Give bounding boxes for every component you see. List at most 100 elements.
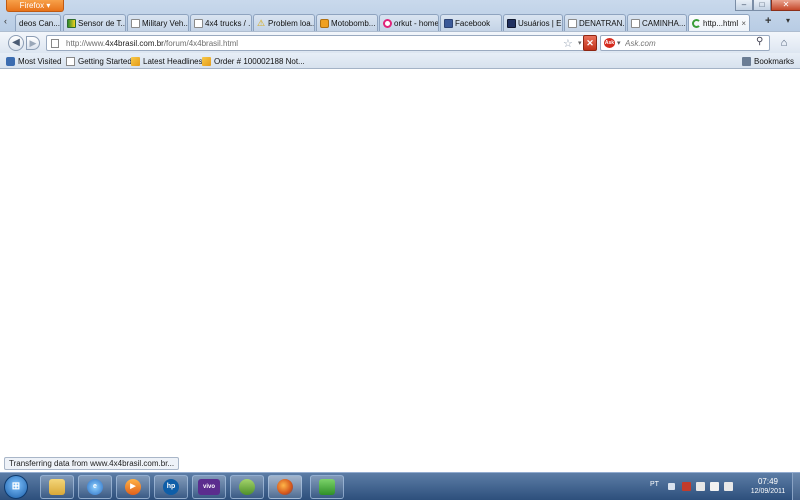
url-text[interactable]: http://www.4x4brasil.com.br/forum/4x4bra… bbox=[66, 39, 238, 48]
tab-label: DENATRAN... bbox=[579, 18, 625, 28]
bookmarks-toolbar: Most Visited Getting Started Latest Head… bbox=[0, 53, 800, 69]
internet-explorer-icon: e bbox=[87, 479, 103, 495]
tab-4x4-trucks[interactable]: 4x4 trucks / ... bbox=[190, 14, 252, 31]
bookmark-order[interactable]: Order # 100002188 Not... bbox=[202, 55, 305, 67]
network-app-icon bbox=[319, 479, 335, 495]
new-tab-button[interactable]: + bbox=[765, 15, 771, 27]
tab-label: CAMINHA... bbox=[642, 18, 686, 28]
taskbar-hp[interactable]: hp bbox=[154, 475, 188, 499]
bookmark-label: Latest Headlines bbox=[143, 56, 203, 66]
media-player-icon: ▶ bbox=[125, 479, 141, 495]
orkut-icon bbox=[383, 18, 392, 28]
bookmarks-icon bbox=[742, 56, 751, 66]
rss-icon bbox=[131, 56, 140, 66]
maximize-button[interactable]: □ bbox=[753, 0, 771, 11]
search-engine-dropdown-icon[interactable]: ▾ bbox=[617, 39, 621, 47]
rss-icon bbox=[202, 56, 211, 66]
show-desktop-button[interactable] bbox=[792, 473, 800, 500]
tab-motobomba[interactable]: Motobomb... bbox=[316, 14, 378, 31]
flag-icon bbox=[67, 18, 76, 28]
show-hidden-icons-icon[interactable] bbox=[668, 483, 675, 490]
minimize-button[interactable]: – bbox=[735, 0, 753, 11]
tab-usuarios[interactable]: Usuários | E... bbox=[503, 14, 563, 31]
search-icon[interactable]: ⚲ bbox=[756, 36, 763, 47]
action-center-icon[interactable] bbox=[682, 482, 691, 491]
volume-icon[interactable] bbox=[724, 482, 733, 491]
tab-label: Facebook bbox=[455, 18, 491, 28]
start-button[interactable]: ⊞ bbox=[4, 475, 28, 499]
stop-button[interactable]: ✕ bbox=[583, 35, 597, 51]
tab-sensor[interactable]: Sensor de T... bbox=[63, 14, 126, 31]
taskbar: ⊞ e ▶ hp vivo PT 07:49 12/09/2011 bbox=[0, 472, 800, 500]
messenger-icon bbox=[239, 479, 255, 495]
site-icon bbox=[507, 18, 516, 28]
loading-icon bbox=[692, 18, 701, 28]
url-path: /forum/4x4brasil.html bbox=[163, 39, 239, 48]
forward-button[interactable]: ▶ bbox=[26, 36, 40, 50]
firefox-menu-button[interactable]: Firefox ▾ bbox=[6, 0, 64, 12]
motobomba-icon bbox=[320, 18, 329, 28]
tab-orkut[interactable]: orkut - home bbox=[379, 14, 439, 31]
page-icon bbox=[194, 18, 203, 28]
status-text: Transferring data from www.4x4brasil.com… bbox=[4, 457, 180, 470]
taskbar-network-app[interactable] bbox=[310, 475, 344, 499]
taskbar-internet-explorer[interactable]: e bbox=[78, 475, 112, 499]
clock-time[interactable]: 07:49 bbox=[748, 477, 788, 486]
search-bar[interactable]: Ask ▾ ⚲ bbox=[600, 35, 770, 51]
taskbar-messenger[interactable] bbox=[230, 475, 264, 499]
tab-label: orkut - home bbox=[394, 18, 438, 28]
star-icon[interactable]: ☆ bbox=[563, 37, 573, 50]
ask-logo-icon[interactable]: Ask bbox=[604, 38, 615, 48]
hp-icon: hp bbox=[163, 479, 179, 495]
url-bar[interactable]: http://www.4x4brasil.com.br/forum/4x4bra… bbox=[46, 35, 596, 51]
page-content[interactable] bbox=[0, 70, 800, 472]
tab-facebook[interactable]: Facebook bbox=[440, 14, 502, 31]
firefox-icon bbox=[277, 479, 293, 495]
navigation-toolbar: ◀ ▶ http://www.4x4brasil.com.br/forum/4x… bbox=[0, 31, 800, 53]
tab-label: Military Veh... bbox=[142, 18, 188, 28]
taskbar-vivo[interactable]: vivo bbox=[192, 475, 226, 499]
bookmarks-menu-label: Bookmarks bbox=[754, 56, 795, 66]
back-button[interactable]: ◀ bbox=[8, 35, 24, 51]
taskbar-media-player[interactable]: ▶ bbox=[116, 475, 150, 499]
url-domain: 4x4brasil.com.br bbox=[105, 39, 164, 48]
tab-problem-loading[interactable]: ⚠ Problem loa... bbox=[253, 14, 315, 31]
page-icon bbox=[66, 56, 75, 66]
page-icon bbox=[568, 18, 577, 28]
bookmark-label: Order # 100002188 Not... bbox=[214, 56, 305, 66]
search-input[interactable] bbox=[625, 38, 750, 49]
tab-military-vehicles[interactable]: Military Veh... bbox=[127, 14, 189, 31]
tab-label: Motobomb... bbox=[331, 18, 376, 28]
bookmark-label: Getting Started bbox=[78, 56, 132, 66]
warning-icon: ⚠ bbox=[257, 17, 266, 28]
language-indicator[interactable]: PT bbox=[650, 481, 659, 488]
network-icon[interactable] bbox=[710, 482, 719, 491]
safely-remove-icon[interactable] bbox=[696, 482, 705, 491]
clock-date[interactable]: 12/09/2011 bbox=[746, 488, 790, 495]
tab-videos[interactable]: deos Can... bbox=[15, 14, 61, 31]
folder-icon bbox=[49, 479, 65, 495]
url-history-dropdown-icon[interactable]: ▾ bbox=[578, 39, 582, 47]
close-window-button[interactable]: ✕ bbox=[771, 0, 800, 11]
close-tab-icon[interactable]: × bbox=[741, 19, 746, 28]
tab-scroll-left-button[interactable]: ‹ bbox=[4, 16, 13, 28]
gear-icon bbox=[6, 56, 15, 66]
bookmark-label: Most Visited bbox=[18, 56, 62, 66]
taskbar-explorer[interactable] bbox=[40, 475, 74, 499]
list-all-tabs-button[interactable]: ▾ bbox=[786, 16, 790, 25]
facebook-icon bbox=[444, 18, 453, 28]
bookmark-getting-started[interactable]: Getting Started bbox=[66, 55, 132, 67]
bookmark-latest-headlines[interactable]: Latest Headlines bbox=[131, 55, 203, 67]
tab-denatran[interactable]: DENATRAN... bbox=[564, 14, 626, 31]
bookmarks-menu-button[interactable]: Bookmarks bbox=[742, 55, 794, 67]
url-prefix: http://www. bbox=[66, 39, 106, 48]
page-icon bbox=[51, 39, 59, 48]
tab-label: Problem loa... bbox=[268, 18, 314, 28]
tab-strip: ‹ deos Can... Sensor de T... Military Ve… bbox=[0, 13, 800, 31]
taskbar-firefox[interactable] bbox=[268, 475, 302, 499]
bookmark-most-visited[interactable]: Most Visited bbox=[6, 55, 61, 67]
tab-active-4x4brasil[interactable]: http...html × bbox=[688, 14, 750, 31]
tab-caminhao[interactable]: CAMINHA... bbox=[627, 14, 687, 31]
home-button[interactable]: ⌂ bbox=[775, 35, 793, 51]
title-bar: Firefox ▾ – □ ✕ ‹ deos Can... Sensor de … bbox=[0, 0, 800, 31]
